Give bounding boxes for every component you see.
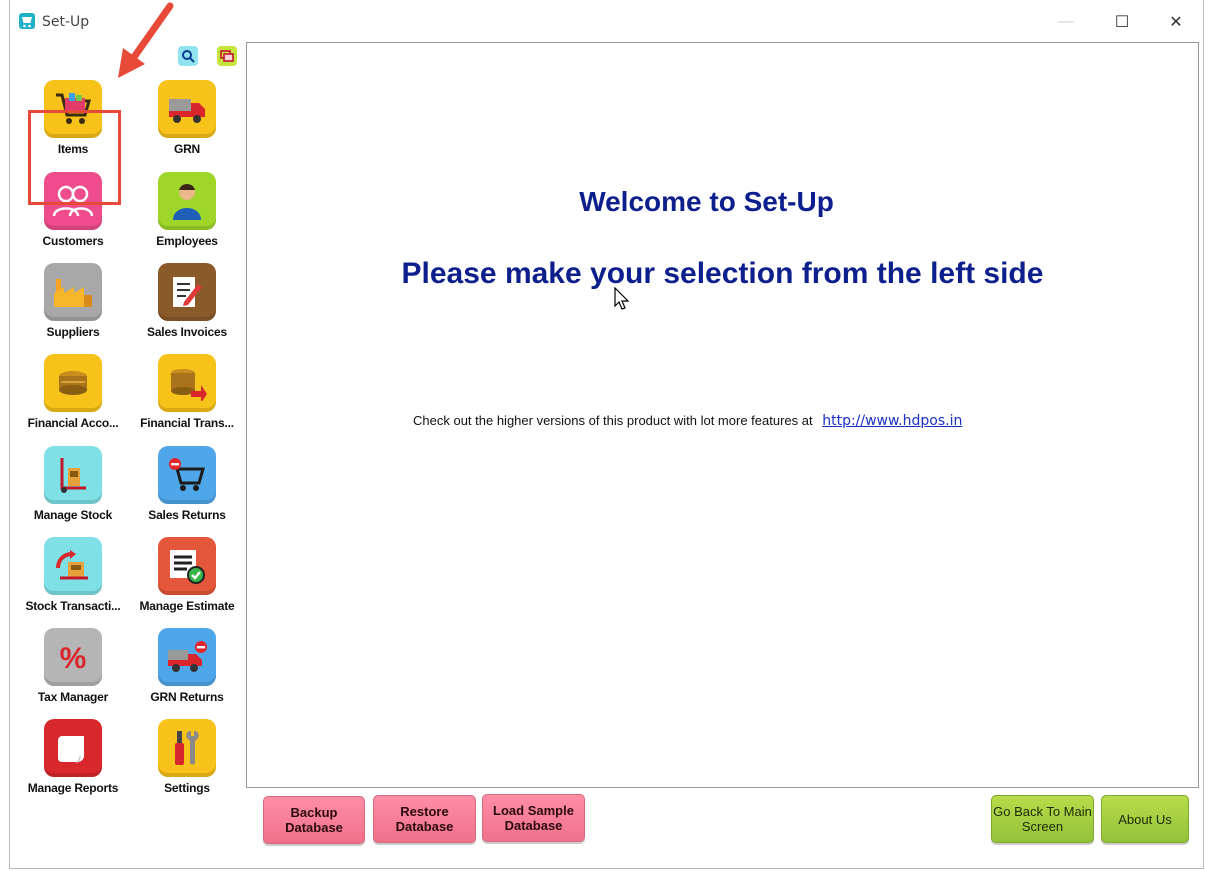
title-bar: Set-Up — ☐ ✕ <box>10 0 1203 42</box>
minimize-button[interactable]: — <box>1046 8 1086 36</box>
tile-label: Manage Stock <box>33 508 113 522</box>
tile-stock-transactions[interactable]: Stock Transacti... <box>17 537 129 623</box>
tile-financial-transactions[interactable]: Financial Trans... <box>131 354 243 440</box>
tile-suppliers[interactable]: Suppliers <box>17 263 129 349</box>
sidebar: Items GRN Customers Employees Suppliers … <box>10 42 246 802</box>
tile-tax-manager[interactable]: % Tax Manager <box>17 628 129 714</box>
tile-sales-returns[interactable]: Sales Returns <box>131 446 243 532</box>
tile-label: GRN <box>173 142 201 156</box>
promo-line: Check out the higher versions of this pr… <box>413 413 962 429</box>
tile-label: Suppliers <box>46 325 100 339</box>
tile-settings[interactable]: Settings <box>131 719 243 805</box>
window-icon[interactable] <box>217 46 237 66</box>
tile-label: Manage Reports <box>27 781 119 795</box>
svg-text:%: % <box>60 642 87 672</box>
tile-label: Settings <box>164 781 210 795</box>
items-highlight-box <box>28 110 121 205</box>
backup-database-button[interactable]: Backup Database <box>263 796 365 844</box>
delivery-truck-icon <box>158 80 216 138</box>
invoice-edit-icon <box>158 263 216 321</box>
factory-icon <box>44 263 102 321</box>
load-sample-database-button[interactable]: Load Sample Database <box>482 794 585 842</box>
tile-label: Tax Manager <box>37 690 109 704</box>
tile-label: Customers <box>42 234 104 248</box>
tile-sales-invoices[interactable]: Sales Invoices <box>131 263 243 349</box>
close-button[interactable]: ✕ <box>1156 8 1196 36</box>
percent-icon: % <box>44 628 102 686</box>
tile-financial-accounts[interactable]: Financial Acco... <box>17 354 129 440</box>
selection-instruction: Please make your selection from the left… <box>401 257 1044 290</box>
cart-app-icon <box>19 13 35 29</box>
welcome-heading: Welcome to Set-Up <box>579 186 834 217</box>
tile-label: Sales Returns <box>148 508 226 522</box>
tile-label: GRN Returns <box>150 690 224 704</box>
maximize-button[interactable]: ☐ <box>1102 8 1142 36</box>
tile-label: Financial Trans... <box>140 416 234 430</box>
website-link[interactable]: http://www.hdpos.in <box>822 413 962 429</box>
report-scroll-icon <box>44 719 102 777</box>
tile-label: Financial Acco... <box>27 416 119 430</box>
truck-return-icon <box>158 628 216 686</box>
promo-text: Check out the higher versions of this pr… <box>413 413 813 428</box>
tile-label: Employees <box>156 234 218 248</box>
tile-label: Stock Transacti... <box>25 599 121 613</box>
tile-grn[interactable]: GRN <box>131 80 243 166</box>
setup-window: Set-Up — ☐ ✕ Items GRN Customers Employe… <box>9 0 1204 869</box>
tile-manage-reports[interactable]: Manage Reports <box>17 719 129 805</box>
tile-grn-returns[interactable]: GRN Returns <box>131 628 243 714</box>
tile-manage-estimate[interactable]: Manage Estimate <box>131 537 243 623</box>
tile-label: Sales Invoices <box>147 325 227 339</box>
pointer-arrow-icon <box>118 2 174 78</box>
mouse-cursor-icon <box>614 287 630 310</box>
go-back-main-screen-button[interactable]: Go Back To Main Screen <box>991 795 1094 843</box>
estimate-check-icon <box>158 537 216 595</box>
stock-transfer-icon <box>44 537 102 595</box>
cart-return-icon <box>158 446 216 504</box>
tile-label: Manage Estimate <box>139 599 235 613</box>
tile-manage-stock[interactable]: Manage Stock <box>17 446 129 532</box>
coins-transfer-icon <box>158 354 216 412</box>
tile-employees[interactable]: Employees <box>131 172 243 258</box>
restore-database-button[interactable]: Restore Database <box>373 795 476 843</box>
hand-truck-icon <box>44 446 102 504</box>
tools-icon <box>158 719 216 777</box>
person-icon <box>158 172 216 230</box>
coins-icon <box>44 354 102 412</box>
about-us-button[interactable]: About Us <box>1101 795 1189 843</box>
main-panel: Welcome to Set-Up Please make your selec… <box>246 42 1199 788</box>
window-title: Set-Up <box>42 14 90 30</box>
